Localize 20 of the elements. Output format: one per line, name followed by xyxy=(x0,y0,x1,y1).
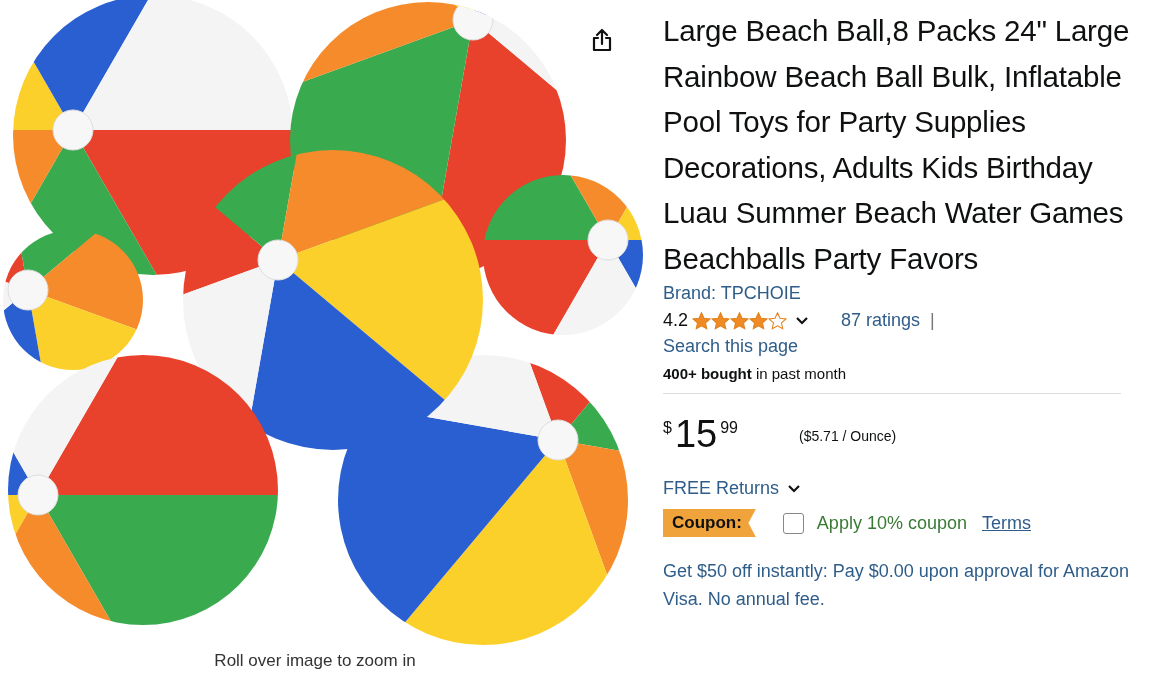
price: $^{$}$15$^{99}$ xyxy=(663,414,738,454)
star-rating[interactable] xyxy=(692,311,788,330)
visa-offer-link[interactable]: Get $50 off instantly: Pay $0.00 upon approval for Amazon Visa. No annual fee. xyxy=(663,557,1133,613)
chevron-down-icon[interactable] xyxy=(795,315,810,326)
free-returns-link[interactable]: FREE Returns xyxy=(663,478,780,499)
zoom-hint: Roll over image to zoom in xyxy=(214,651,416,671)
search-page-link[interactable]: Search this page xyxy=(663,336,799,357)
product-title: Large Beach Ball,8 Packs 24" Large Rainbow Beach Ball Bulk, Inflatable Pool Toys for Party Supplies Decorations, Adults Kids Birthday Luau Summer Beach Water Games Beachballs Party Favors xyxy=(663,13,1131,277)
unit-price: ($5.71 / Ounce) xyxy=(799,428,897,444)
coupon-label: Apply 10% coupon xyxy=(816,512,967,534)
brand-link[interactable]: Brand: TPCHOIE xyxy=(663,283,801,304)
share-icon[interactable] xyxy=(590,27,614,53)
bought-count: 400+ bought in past month xyxy=(663,365,846,382)
rating-value: 4.2 xyxy=(663,310,689,331)
chevron-down-icon[interactable] xyxy=(787,483,802,494)
coupon-checkbox[interactable] xyxy=(782,512,804,534)
terms-link[interactable]: Terms xyxy=(981,512,1031,534)
coupon-badge: Coupon: xyxy=(663,509,756,537)
ratings-link[interactable]: 87 ratings xyxy=(841,310,921,331)
separator: | xyxy=(930,310,935,331)
